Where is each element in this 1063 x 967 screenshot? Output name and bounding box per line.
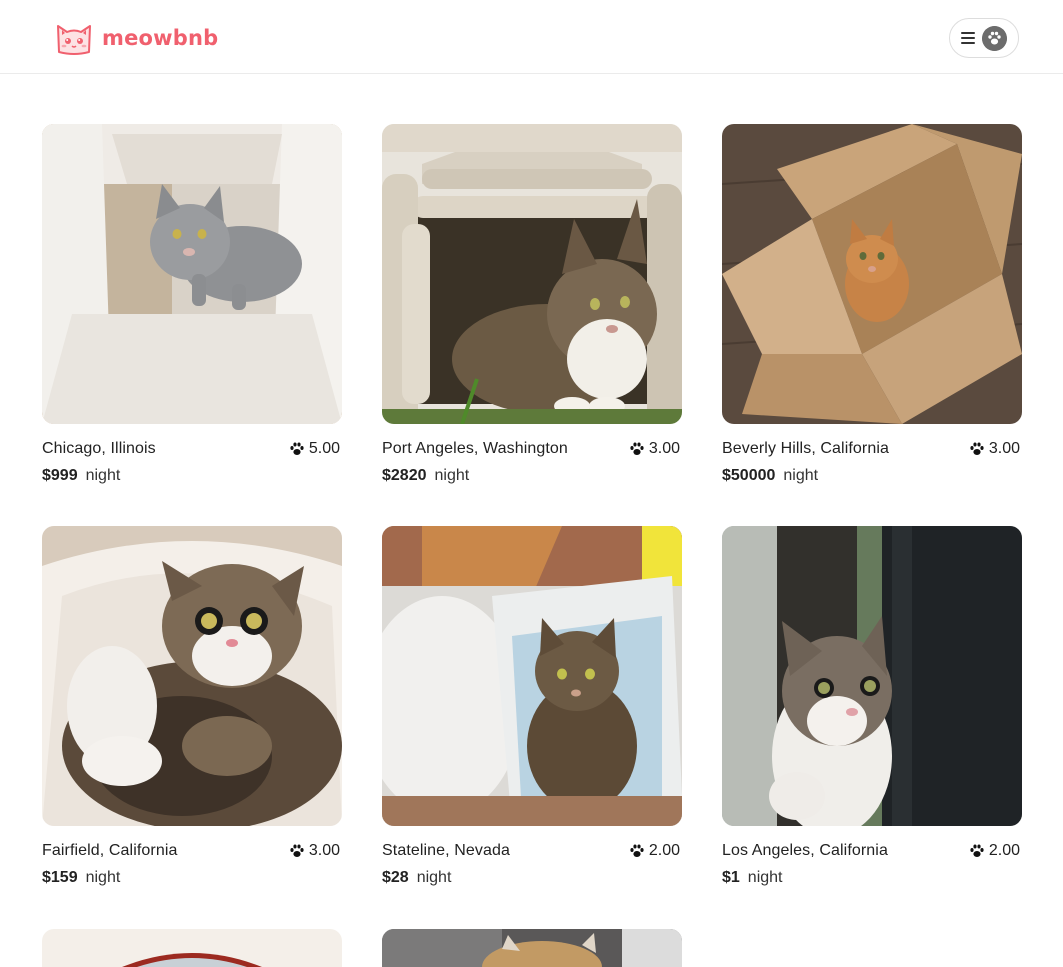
gray-cat-in-box-photo <box>42 124 342 424</box>
surprised-cat-in-bed-photo <box>42 526 342 826</box>
listing-photo[interactable] <box>42 124 342 424</box>
listing-card[interactable]: Beverly Hills, California 3.00 $50000 ni… <box>722 124 1022 484</box>
price-unit: night <box>416 869 452 886</box>
listing-photo[interactable] <box>382 124 682 424</box>
listing-location: Chicago, Illinois <box>42 440 156 457</box>
price-unit: night <box>85 467 121 484</box>
listing-rating: 2.00 <box>629 842 680 860</box>
partial-listing-photo <box>42 929 342 967</box>
paw-icon <box>630 442 644 455</box>
listing-location: Los Angeles, California <box>722 842 888 859</box>
orange-cat-in-box-photo <box>722 124 1022 424</box>
price-unit: night <box>85 869 121 886</box>
listing-card[interactable]: Stateline, Nevada 2.00 $28 night <box>382 526 682 886</box>
paw-icon <box>970 844 984 857</box>
rating-value: 2.00 <box>988 842 1020 859</box>
listing-price: $999 <box>42 467 78 484</box>
top-nav: meowbnb <box>0 0 1063 74</box>
listing-card[interactable]: Los Angeles, California 2.00 $1 night <box>722 526 1022 886</box>
cat-in-litter-box-photo <box>382 526 682 826</box>
listing-rating: 5.00 <box>289 440 340 458</box>
listing-price: $28 <box>382 869 409 886</box>
listing-price: $1 <box>722 869 740 886</box>
rating-value: 3.00 <box>648 440 680 457</box>
rating-value: 2.00 <box>648 842 680 859</box>
listing-rating: 3.00 <box>289 842 340 860</box>
price-unit: night <box>434 467 470 484</box>
listing-photo[interactable] <box>722 526 1022 826</box>
rating-value: 3.00 <box>988 440 1020 457</box>
listing-card[interactable]: Chicago, Illinois 5.00 $999 night <box>42 124 342 484</box>
listing-price: $2820 <box>382 467 427 484</box>
brand-logo[interactable]: meowbnb <box>54 20 218 56</box>
price-unit: night <box>747 869 783 886</box>
cat-peeking-behind-door-photo <box>722 526 1022 826</box>
listing-location: Port Angeles, Washington <box>382 440 568 457</box>
listing-location: Fairfield, California <box>42 842 178 859</box>
brand-name: meowbnb <box>102 26 219 50</box>
listing-photo-partial[interactable] <box>382 929 682 967</box>
rating-value: 3.00 <box>308 842 340 859</box>
price-unit: night <box>783 467 819 484</box>
paw-icon <box>290 442 304 455</box>
listing-card[interactable]: Fairfield, California 3.00 $159 night <box>42 526 342 886</box>
paw-icon <box>970 442 984 455</box>
listing-rating: 2.00 <box>969 842 1020 860</box>
listing-location: Stateline, Nevada <box>382 842 511 859</box>
listing-photo[interactable] <box>42 526 342 826</box>
listing-rating: 3.00 <box>629 440 680 458</box>
partial-listing-photo <box>382 929 682 967</box>
listing-photo[interactable] <box>382 526 682 826</box>
paw-icon <box>630 844 644 857</box>
cat-logo-icon <box>57 25 91 55</box>
listing-photo-partial[interactable] <box>42 929 342 967</box>
listing-price: $159 <box>42 869 78 886</box>
cat-paw-avatar-icon <box>982 26 1007 51</box>
listing-rating: 3.00 <box>969 440 1020 458</box>
listing-card[interactable]: Port Angeles, Washington 3.00 $2820 nigh… <box>382 124 682 484</box>
rating-value: 5.00 <box>308 440 340 457</box>
listing-price: $50000 <box>722 467 776 484</box>
listing-location: Beverly Hills, California <box>722 440 889 457</box>
hamburger-icon <box>961 32 975 44</box>
paw-icon <box>290 844 304 857</box>
user-menu-button[interactable] <box>949 18 1019 58</box>
listing-photo[interactable] <box>722 124 1022 424</box>
tabby-cat-in-log-house-photo <box>382 124 682 424</box>
